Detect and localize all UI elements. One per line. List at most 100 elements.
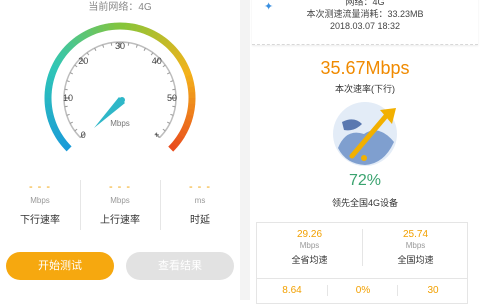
gauge-arc-segment (181, 131, 184, 136)
gauge-arc-segment (98, 28, 104, 30)
gauge-arc-segment (187, 70, 189, 76)
gauge-arc-segment (65, 145, 69, 149)
gauge-arc-segment (51, 120, 53, 126)
speed-test-panel: 当前网络：4G 01020304050+Mbps - - - Mbps 下行速率… (0, 0, 240, 300)
gauge-arc-segment (50, 75, 52, 81)
gauge-arc-segment (56, 60, 59, 65)
panel-divider (240, 0, 250, 300)
gauge-arc-segment (178, 56, 181, 61)
latency-value: - - - (160, 180, 240, 194)
gauge-arc-segment (158, 37, 163, 40)
latency-unit: ms (160, 196, 240, 205)
province-avg-value: 29.26 (257, 229, 362, 240)
stats-table: 29.26 Mbps 全省均速 25.74 Mbps 全国均速 8.64 0% … (256, 222, 468, 304)
start-test-button[interactable]: 开始测试 (6, 252, 114, 280)
national-avg-label: 全国均速 (363, 253, 468, 266)
view-result-button[interactable]: 查看结果 (126, 252, 234, 280)
gauge-arc-segment (186, 120, 188, 126)
stat-value-5: 30 (398, 285, 468, 296)
upload-value: - - - (80, 180, 160, 194)
gauge-arc-segment (109, 26, 115, 27)
gauge-tick-label: 30 (115, 41, 125, 51)
download-speed-value: 35.67Mbps (250, 58, 480, 79)
download-label: 下行速率 (0, 211, 80, 226)
gauge-tick (167, 73, 170, 74)
gauge-tick-label: 0 (81, 130, 86, 140)
gauge-arc-segment (190, 81, 191, 87)
gauge-tick (144, 48, 145, 51)
gauge-arc-segment (191, 87, 192, 93)
province-avg-label: 全省均速 (257, 253, 362, 266)
gauge-tick (103, 45, 104, 48)
gauge-arc-segment (191, 104, 192, 110)
gauge-tick (67, 81, 70, 82)
gauge-arc-segment (52, 70, 54, 76)
latency-label: 时延 (160, 211, 240, 226)
gauge-arc-segment (184, 65, 186, 70)
stat-cell-3: 8.64 (257, 285, 327, 296)
datetime-label: 2018.03.07 18:32 (252, 20, 478, 32)
gauge-tick (70, 122, 73, 123)
gauge-tick (70, 73, 73, 74)
province-avg-unit: Mbps (257, 241, 362, 250)
gauge-tick (87, 53, 89, 55)
gauge-arc-segment (167, 43, 171, 47)
gauge-tick (163, 65, 165, 67)
gauge-arc-segment (56, 130, 59, 135)
gauge-tick (151, 53, 153, 55)
gauge-tick (95, 48, 96, 51)
gauge-arc-segment (188, 115, 190, 121)
gauge-arc-segment (178, 136, 181, 141)
gauge-arc-segment (175, 140, 179, 145)
gauge-arc-segment (69, 43, 73, 47)
gauge-arc-segment (73, 40, 78, 44)
province-avg-cell: 29.26 Mbps 全省均速 (257, 229, 362, 266)
gauge-arc-segment (50, 115, 52, 121)
gauge-arc-segment (142, 30, 148, 32)
national-avg-cell: 25.74 Mbps 全国均速 (362, 229, 468, 266)
gauge-arc-segment (49, 81, 50, 87)
gauge-arc-segment (103, 27, 109, 28)
gauge-arc-segment (78, 36, 83, 39)
gauge-arc-segment (92, 29, 98, 31)
download-value: - - - (0, 180, 80, 194)
gauge-tick-label: 40 (152, 56, 162, 66)
upload-metric: - - - Mbps 上行速率 (80, 176, 160, 234)
stat-cell-4: 0% (327, 285, 398, 296)
gauge-arc-segment (181, 60, 184, 65)
gauge-arc-segment (49, 109, 50, 115)
gauge-arc-segment (48, 103, 49, 109)
test-info-card: ✦ 网络：4G 本次测速流量消耗：33.23MB 2018.03.07 18:3… (252, 0, 478, 45)
gauge-arc-segment (53, 65, 55, 70)
gauge-arc-segment (148, 31, 153, 33)
result-panel: ✦ 网络：4G 本次测速流量消耗：33.23MB 2018.03.07 18:3… (250, 0, 480, 300)
gauge-arc-segment (82, 34, 87, 37)
gauge-arc-segment (171, 145, 175, 149)
upload-label: 上行速率 (80, 211, 160, 226)
network-label: 网络：4G (252, 0, 478, 8)
stat-cell-5: 30 (397, 285, 468, 296)
gauge-arc-segment (62, 140, 66, 145)
gauge-tick (75, 129, 77, 131)
download-unit: Mbps (0, 196, 80, 205)
gauge-arc-segment (153, 34, 158, 37)
latency-metric: - - - ms 时延 (160, 176, 240, 234)
gauge-arc-segment (188, 76, 190, 82)
gauge-arc-segment (171, 47, 175, 51)
stat-value-4: 0% (328, 285, 398, 296)
gauge-tick-label: 10 (63, 93, 73, 103)
gauge-tick (136, 45, 137, 48)
gauge-tick-label: + (154, 130, 159, 140)
gauge-arc-segment (131, 27, 137, 28)
national-avg-unit: Mbps (363, 241, 468, 250)
lead-percent-label: 领先全国4G设备 (250, 196, 480, 209)
gauge-arc-segment (126, 26, 132, 27)
traffic-label: 本次测速流量消耗：33.23MB (252, 8, 478, 20)
stat-value-3: 8.64 (257, 285, 327, 296)
lead-percent-value: 72% (250, 172, 480, 190)
upload-unit: Mbps (80, 196, 160, 205)
speed-rocket-icon (324, 98, 406, 168)
gauge-arc-segment (184, 126, 186, 131)
gauge-arc-segment (87, 31, 92, 33)
gauge-tick (170, 114, 173, 115)
